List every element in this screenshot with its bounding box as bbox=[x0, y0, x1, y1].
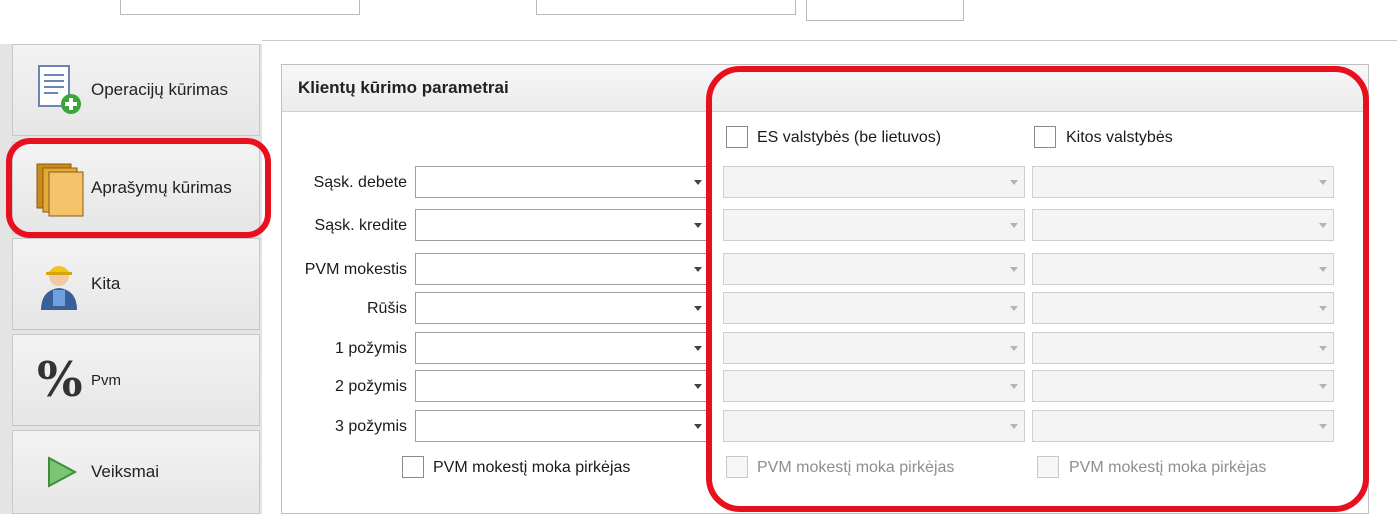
debit-select[interactable] bbox=[415, 166, 709, 198]
sidebar-item-operations[interactable]: Operacijų kūrimas bbox=[12, 44, 260, 136]
chevron-down-icon bbox=[694, 267, 702, 272]
sidebar-item-actions[interactable]: Veiksmai bbox=[12, 430, 260, 514]
attr1-select[interactable] bbox=[415, 332, 709, 364]
chevron-down-icon bbox=[694, 180, 702, 185]
highlight-descriptions bbox=[6, 138, 271, 238]
panel-title: Klientų kūrimo parametrai bbox=[298, 78, 509, 97]
row-label-attr2: 2 požymis bbox=[334, 378, 407, 395]
top-field-3[interactable] bbox=[806, 0, 964, 21]
percent-glyph: % bbox=[37, 352, 83, 408]
sidebar-item-vat[interactable]: % Pvm bbox=[12, 334, 260, 426]
sidebar-item-label: Pvm bbox=[91, 371, 121, 389]
worker-icon bbox=[35, 254, 87, 314]
percent-icon: % bbox=[35, 350, 87, 410]
row-label-credit: Sąsk. kredite bbox=[314, 217, 407, 234]
top-field-2[interactable] bbox=[536, 0, 796, 15]
row-label-debit: Sąsk. debete bbox=[313, 174, 407, 191]
document-add-icon bbox=[35, 60, 87, 120]
row-label-type: Rūšis bbox=[366, 300, 407, 317]
attr3-select[interactable] bbox=[415, 410, 709, 442]
sidebar-item-label: Veiksmai bbox=[91, 462, 160, 481]
divider bbox=[262, 40, 1397, 41]
top-field-1[interactable] bbox=[120, 0, 360, 15]
row-label-attr1: 1 požymis bbox=[334, 340, 407, 357]
sidebar-item-other[interactable]: Kita bbox=[12, 238, 260, 330]
sidebar-item-label: Operacijų kūrimas bbox=[91, 80, 228, 99]
highlight-foreign-columns bbox=[706, 66, 1369, 512]
play-icon bbox=[35, 442, 87, 502]
chevron-down-icon bbox=[694, 384, 702, 389]
chevron-down-icon bbox=[694, 306, 702, 311]
credit-select[interactable] bbox=[415, 209, 709, 241]
sidebar-item-label: Kita bbox=[91, 274, 121, 293]
row-label-vat: PVM mokestis bbox=[304, 261, 407, 278]
vat-select[interactable] bbox=[415, 253, 709, 285]
buyer-pays-label: PVM mokestį moka pirkėjas bbox=[433, 459, 631, 476]
row-label-attr3: 3 požymis bbox=[334, 418, 407, 435]
buyer-pays-checkbox[interactable] bbox=[402, 456, 424, 478]
attr2-select[interactable] bbox=[415, 370, 709, 402]
chevron-down-icon bbox=[694, 223, 702, 228]
chevron-down-icon bbox=[694, 346, 702, 351]
type-select[interactable] bbox=[415, 292, 709, 324]
chevron-down-icon bbox=[694, 424, 702, 429]
